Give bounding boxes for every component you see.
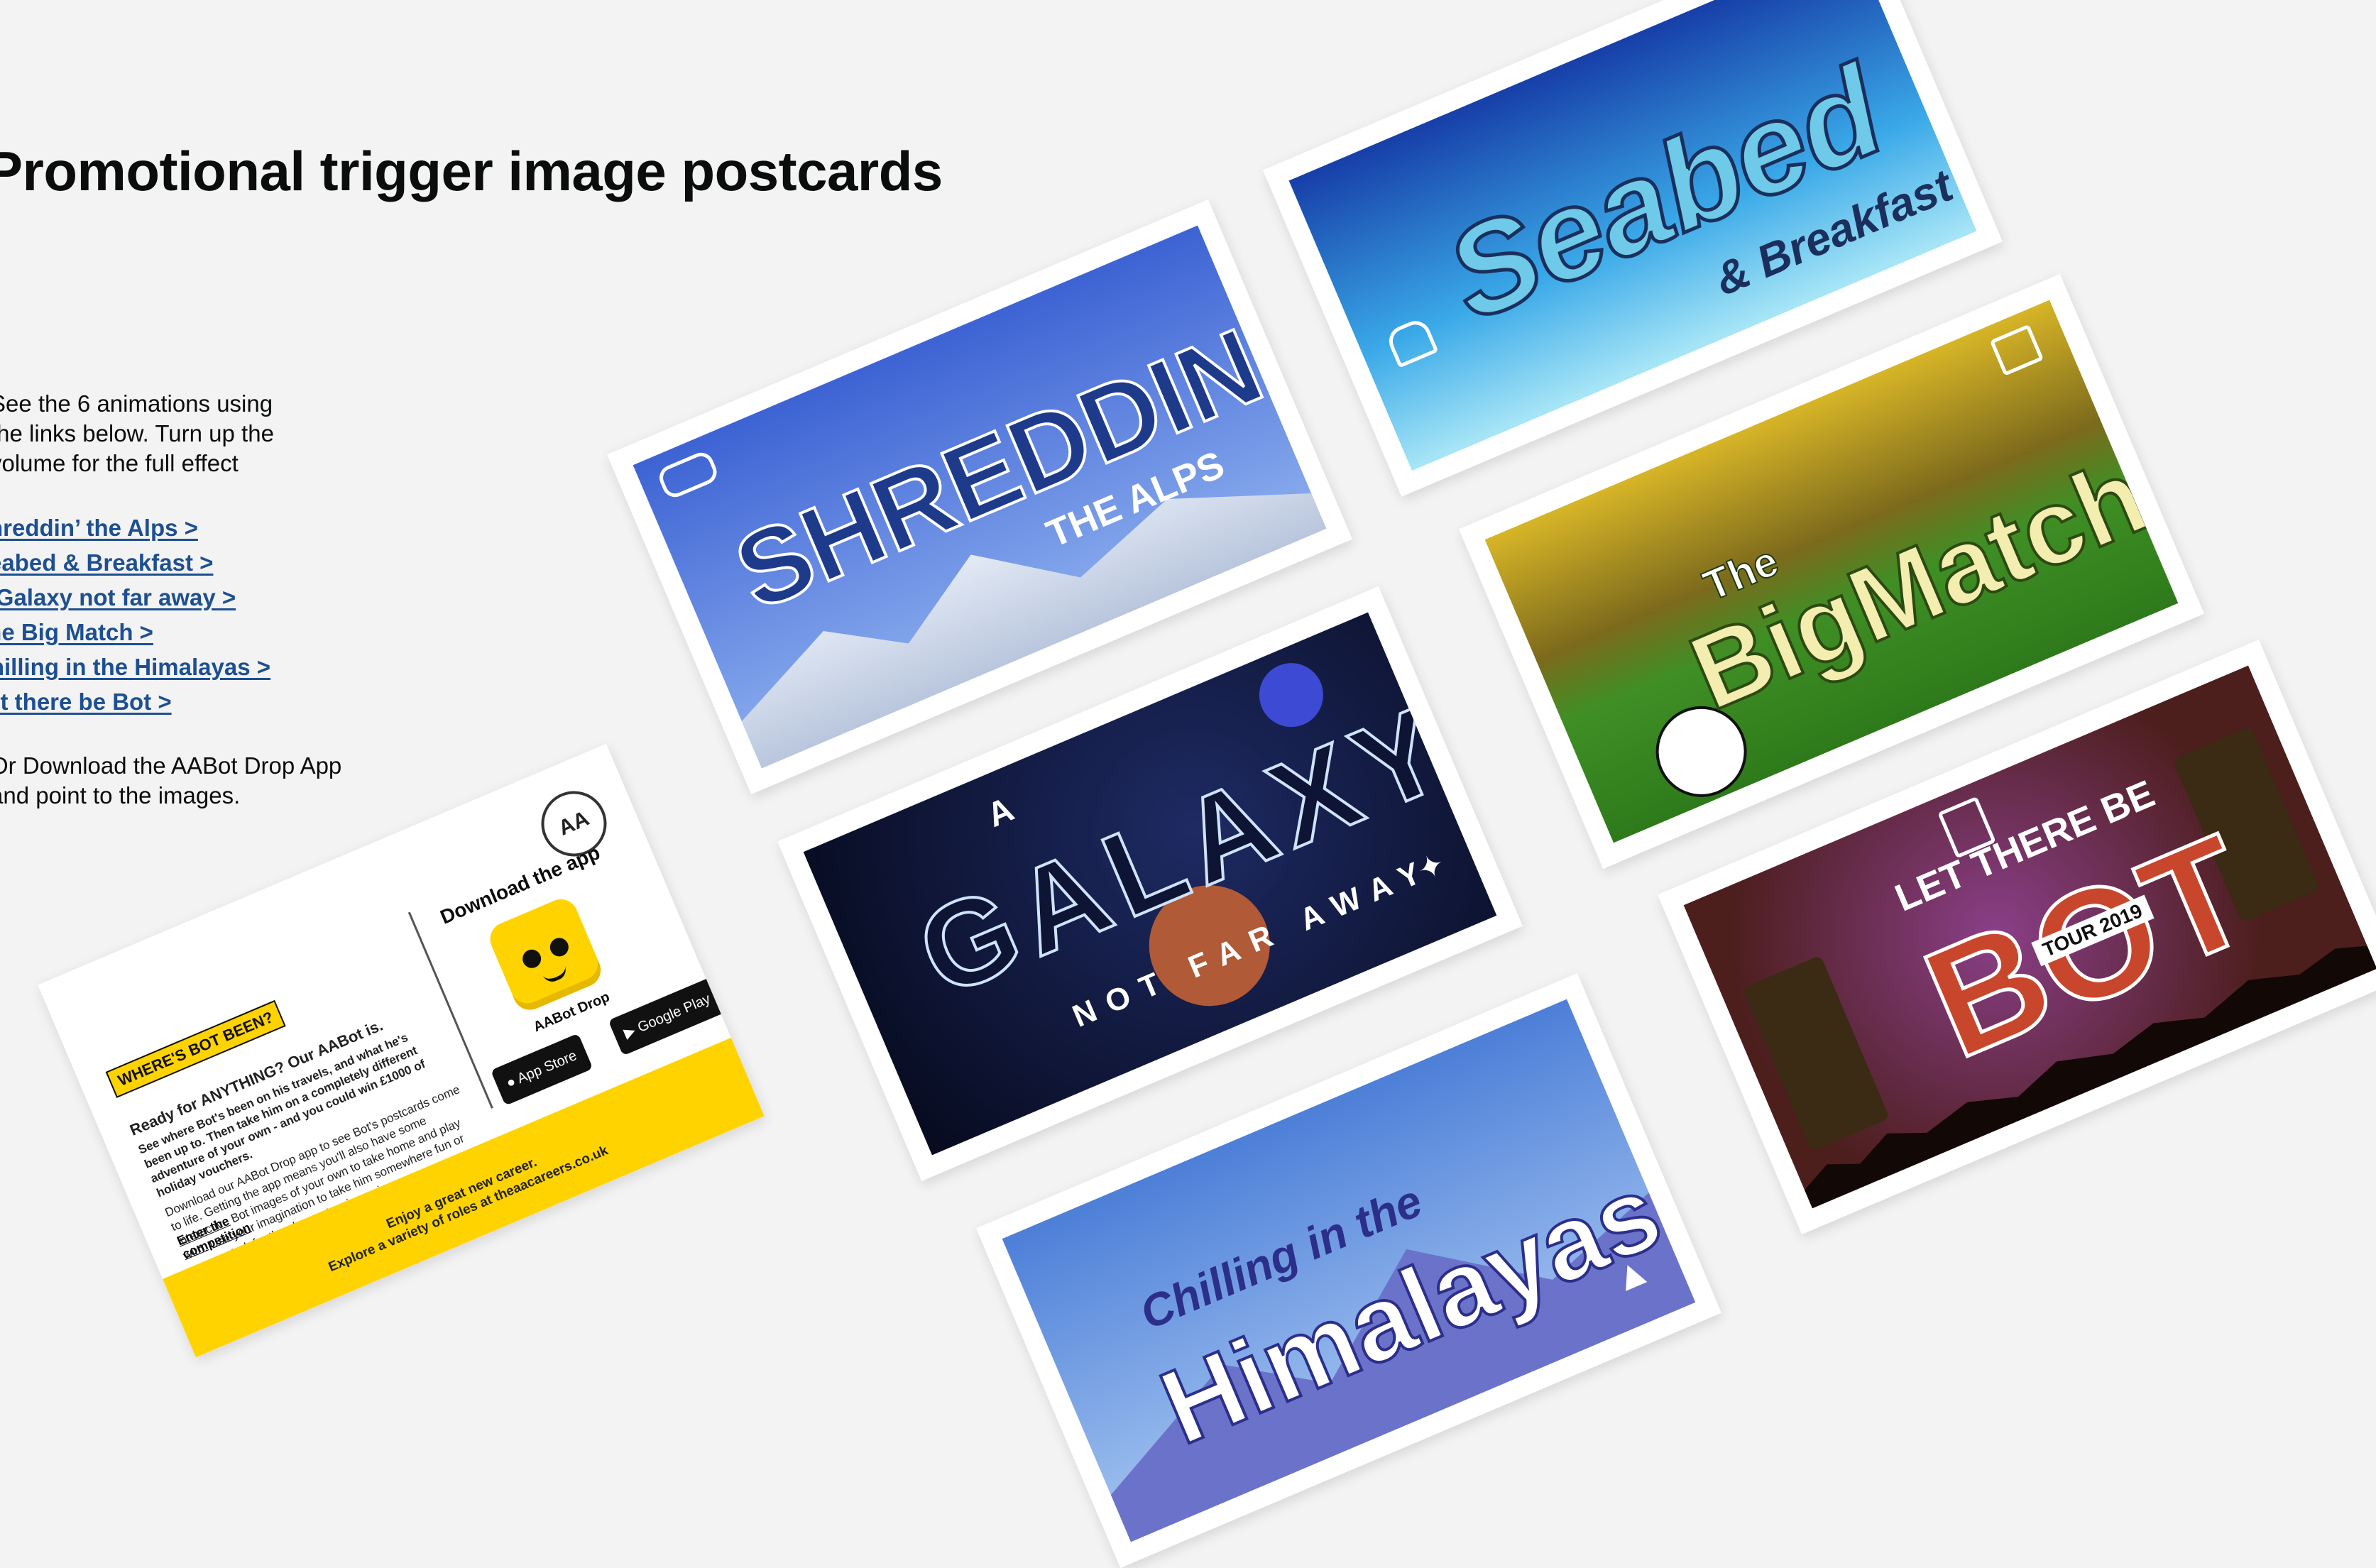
outro-text: Or Download the AABot Drop App and point… [0,752,342,808]
google-play-label: Google Play [635,991,713,1036]
bot-mouth-icon [542,965,569,985]
intro-text: See the 6 animations using the links bel… [0,390,274,476]
bot-eye-icon [520,946,544,971]
google-play-icon: ▶ [621,1022,638,1042]
animation-links: Shreddin’ the Alps > Seabed & Breakfast … [0,512,270,721]
goggles-icon [655,449,721,501]
link-chilling-in-the-himalayas[interactable]: Chilling in the Himalayas > [0,654,270,680]
link-let-there-be-bot[interactable]: Let there be Bot > [0,689,172,715]
link-galaxy-not-far-away[interactable]: A Galaxy not far away > [0,584,236,610]
app-store-label: App Store [515,1048,579,1087]
bot-eye-icon [547,935,571,960]
left-speaker-icon [1742,955,1890,1152]
app-store-button[interactable]: ● App Store [490,1033,593,1106]
link-seabed-breakfast[interactable]: Seabed & Breakfast > [0,549,213,576]
seabed-title: Seabed [1425,37,1903,349]
link-the-big-match[interactable]: The Big Match > [0,619,153,645]
app-download-postcard: AA WHERE'S BOT BEEN? Ready for ANYTHING?… [38,743,765,1358]
galaxy-prefix: A [982,790,1019,835]
google-play-button[interactable]: ▶ Google Play [608,976,727,1056]
shell-icon [1384,316,1439,368]
shirt-icon [1989,324,2044,376]
page-title: Promotional trigger image postcards [0,140,943,202]
link-shreddin-the-alps[interactable]: Shreddin’ the Alps > [0,515,198,541]
